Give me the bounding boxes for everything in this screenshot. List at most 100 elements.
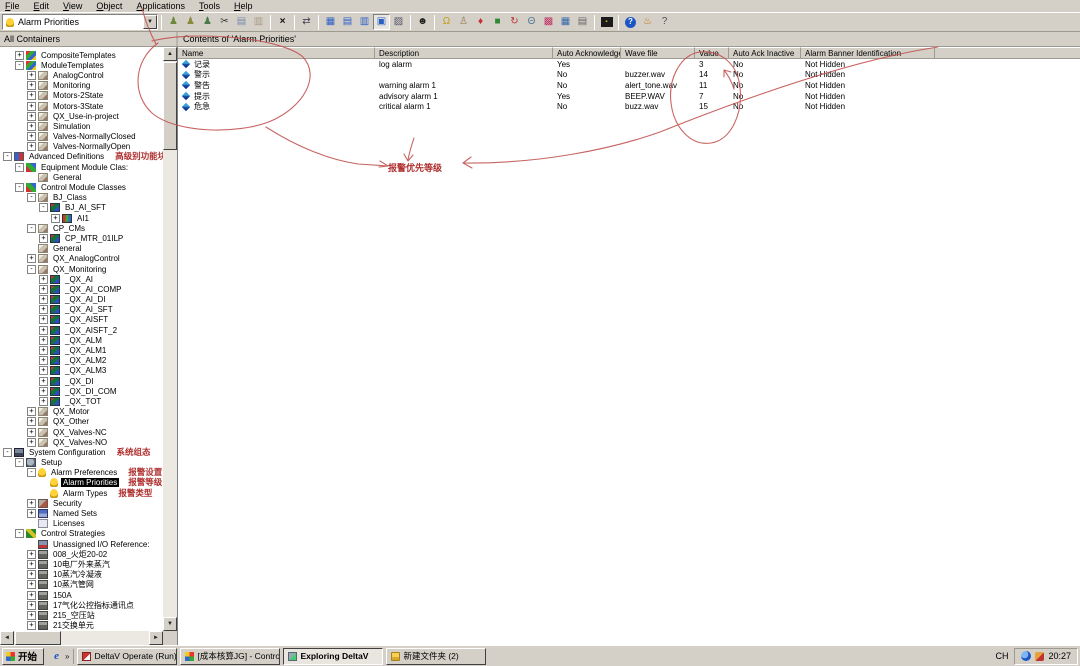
tree-item-qx-di[interactable]: +_QX_DI [0,376,163,386]
expand-icon[interactable]: + [39,234,48,243]
expand-icon[interactable]: + [27,91,36,100]
tree-item-valves-normallyclosed[interactable]: +Valves-NormallyClosed [0,132,163,142]
tree-item-qx-di-com[interactable]: +_QX_DI_COM [0,386,163,396]
scroll-left-button[interactable]: ◄ [0,631,14,645]
language-indicator[interactable]: CH [992,651,1011,661]
collapse-icon[interactable]: - [27,468,36,477]
internet-explorer-icon[interactable]: e [51,651,62,662]
tree-item-qx-other[interactable]: +QX_Other [0,417,163,427]
cut-icon[interactable]: ✂ [216,14,233,30]
column-header-auto-acknowledge[interactable]: Auto Acknowledge [553,47,621,59]
collapse-icon[interactable]: - [15,529,24,538]
tree-item-qx-monitoring[interactable]: -QX_Monitoring [0,264,163,274]
table-row-item[interactable]: 记录log alarmYes3NoNot Hidden [178,59,1080,70]
tree-item-licenses[interactable]: Licenses [0,519,163,529]
tree-item-10[interactable]: +10电厂外来蒸汽 [0,559,163,569]
tree-item-10[interactable]: +10蒸汽管网 [0,580,163,590]
tree-item-system-configuration[interactable]: -System Configuration系统组态 [0,447,163,457]
expand-icon[interactable]: + [27,122,36,131]
tree-item-21[interactable]: +21交换单元 [0,621,163,631]
alarm-bell-icon[interactable]: Ω [438,14,455,30]
tree-item-named-sets[interactable]: +Named Sets [0,508,163,518]
collapse-icon[interactable]: - [15,61,24,70]
tree-item-008-20-02[interactable]: +008_火炬20-02 [0,549,163,559]
column-header-name[interactable]: Name [178,47,375,59]
tree-item-qx-valves-no[interactable]: +QX_Valves-NO [0,437,163,447]
clock-icon[interactable]: Θ [523,14,540,30]
tree-item-monitoring[interactable]: +Monitoring [0,81,163,91]
tree-item-simulation[interactable]: +Simulation [0,121,163,131]
filter-view-icon[interactable]: ▨ [390,14,407,30]
tree-item-security[interactable]: +Security [0,498,163,508]
details-view-icon[interactable]: ▣ [373,14,390,30]
tree-item-unassigned-i-o-reference[interactable]: Unassigned I/O Reference: [0,539,163,549]
tree-item-moduletemplates[interactable]: -ModuleTemplates [0,60,163,70]
expand-icon[interactable]: + [39,285,48,294]
scroll-down-button[interactable]: ▼ [163,617,177,631]
expand-icon[interactable]: + [39,387,48,396]
expand-icon[interactable]: + [15,51,24,60]
expand-icon[interactable]: + [39,377,48,386]
expand-icon[interactable]: + [27,499,36,508]
history-icon[interactable]: ↻ [506,14,523,30]
expand-icon[interactable]: + [27,580,36,589]
expand-icon[interactable]: + [27,254,36,263]
expand-icon[interactable]: + [51,214,60,223]
tree-item-10[interactable]: +10蒸汽冷凝液 [0,570,163,580]
expand-icon[interactable]: + [39,275,48,284]
taskbar-button-2[interactable]: 新建文件夹 (2) [386,648,486,665]
expand-icon[interactable]: + [39,336,48,345]
tree-vertical-scrollbar[interactable]: ▲ ▼ [163,47,177,631]
small-icons-view-icon[interactable]: ▤ [339,14,356,30]
expand-icon[interactable]: + [27,509,36,518]
paste-icon[interactable]: ▥ [250,14,267,30]
vertical-scroll-thumb[interactable] [163,62,177,150]
column-header-auto-ack-inactive[interactable]: Auto Ack Inactive [729,47,801,59]
expand-icon[interactable]: + [27,438,36,447]
menu-item-edit[interactable]: Edit [34,1,50,12]
tree-item-qx-alm[interactable]: +_QX_ALM [0,335,163,345]
context-help-icon[interactable]: ? [656,14,673,30]
list-view-icon[interactable]: ▥ [356,14,373,30]
collapse-icon[interactable]: - [27,224,36,233]
expand-icon[interactable]: + [39,366,48,375]
tree-item-qx-alm1[interactable]: +_QX_ALM1 [0,345,163,355]
tree-item-qx-ai-comp[interactable]: +_QX_AI_COMP [0,284,163,294]
download-user-icon[interactable]: ♟ [165,14,182,30]
menu-item-view[interactable]: View [63,1,82,12]
expand-icon[interactable]: + [27,71,36,80]
expand-icon[interactable]: + [39,315,48,324]
tree-item-ai1[interactable]: +AI1 [0,213,163,223]
tree-item-alarm-priorities[interactable]: Alarm Priorities报警等级 [0,478,163,488]
tree-item-advanced-definitions[interactable]: -Advanced Definitions高级别功能块 [0,152,163,162]
tree-item-bj-class[interactable]: -BJ_Class [0,193,163,203]
expand-icon[interactable]: + [39,397,48,406]
tree-item-general[interactable]: General [0,244,163,254]
tree-item-qx-motor[interactable]: +QX_Motor [0,407,163,417]
expand-icon[interactable]: + [39,305,48,314]
table-row-item[interactable]: 警告warning alarm 1Noalert_tone.wav11NoNot… [178,80,1080,91]
grid-blue-icon[interactable]: ▦ [557,14,574,30]
tree-item-qx-aisft[interactable]: +_QX_AISFT [0,315,163,325]
tree-item-motors-3state[interactable]: +Motors-3State [0,101,163,111]
expand-icon[interactable]: + [39,326,48,335]
large-icons-view-icon[interactable]: ▦ [322,14,339,30]
collapse-icon[interactable]: - [39,203,48,212]
user-manager-icon[interactable]: ☻ [414,14,431,30]
expand-icon[interactable]: + [39,356,48,365]
expand-icon[interactable]: + [27,550,36,559]
column-header-alarm-banner-identification[interactable]: Alarm Banner Identification [801,47,935,59]
tree-horizontal-scrollbar[interactable]: ◄ ► [0,631,163,645]
tree-item-qx-alm2[interactable]: +_QX_ALM2 [0,356,163,366]
combo-dropdown-button[interactable]: ▼ [143,15,157,29]
package-icon[interactable]: ■ [489,14,506,30]
tree-item-analogcontrol[interactable]: +AnalogControl [0,70,163,80]
tree-item-setup[interactable]: -Setup [0,458,163,468]
context-selector[interactable]: Alarm Priorities ▼ [2,14,158,30]
tree-item-equipment-module-clas[interactable]: -Equipment Module Clas: [0,162,163,172]
priority-diamond-icon[interactable]: ♦ [472,14,489,30]
expand-icon[interactable]: + [27,601,36,610]
operator-desk-icon[interactable]: ♙ [455,14,472,30]
collapse-icon[interactable]: - [3,448,12,457]
tree-item-qx-ai-di[interactable]: +_QX_AI_DI [0,295,163,305]
